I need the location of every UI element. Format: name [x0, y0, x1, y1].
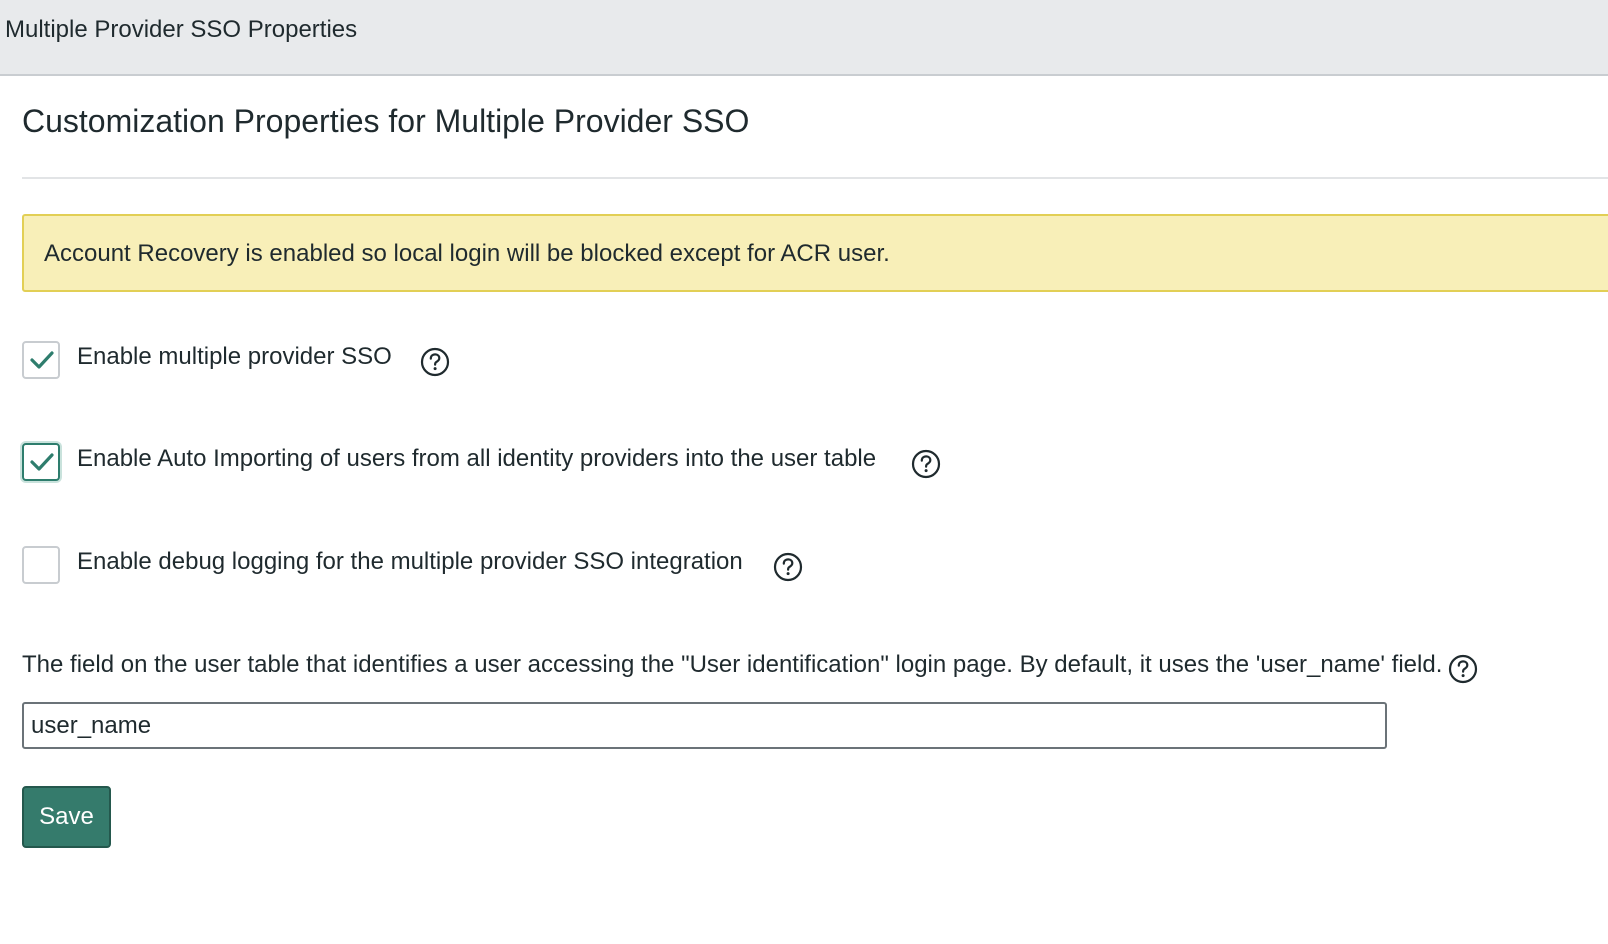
check-icon	[30, 453, 54, 471]
top-header-bar: Multiple Provider SSO Properties	[0, 0, 1608, 76]
question-circle-icon[interactable]	[1448, 654, 1478, 684]
save-button[interactable]: Save	[22, 786, 111, 848]
question-circle-icon[interactable]	[773, 552, 803, 582]
checkbox-enable-multiple-provider-sso[interactable]	[22, 341, 60, 379]
option-label: Enable multiple provider SSO	[77, 343, 392, 370]
account-recovery-alert: Account Recovery is enabled so local log…	[22, 214, 1608, 292]
page-title: Customization Properties for Multiple Pr…	[22, 103, 750, 139]
question-circle-icon[interactable]	[420, 347, 450, 377]
option-label: Enable Auto Importing of users from all …	[77, 445, 877, 472]
user-identification-field-input[interactable]	[22, 702, 1387, 749]
question-circle-icon[interactable]	[911, 449, 941, 479]
title-divider	[22, 177, 1608, 179]
user-field-description: The field on the user table that identif…	[22, 651, 1443, 678]
alert-message: Account Recovery is enabled so local log…	[44, 240, 890, 267]
checkbox-enable-debug-logging[interactable]	[22, 546, 60, 584]
checkbox-enable-auto-importing[interactable]	[22, 443, 60, 481]
check-icon	[30, 351, 54, 369]
header-title: Multiple Provider SSO Properties	[5, 16, 358, 43]
option-label: Enable debug logging for the multiple pr…	[77, 548, 743, 575]
